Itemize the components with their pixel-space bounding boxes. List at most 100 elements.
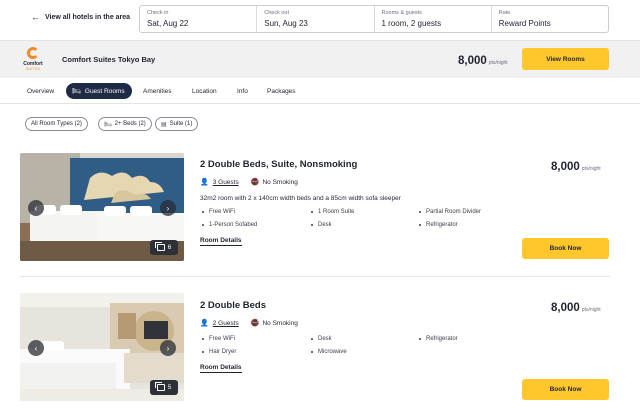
- amenity-label: Free WiFi: [209, 336, 235, 342]
- rate-label: Rate: [498, 10, 511, 16]
- check-in-value: Sat, Aug 22: [147, 19, 189, 28]
- photo-count-badge[interactable]: 5: [150, 380, 178, 395]
- amenity-item: Microwave: [311, 349, 347, 355]
- view-rooms-button[interactable]: View Rooms: [522, 48, 609, 70]
- photos-icon: [154, 382, 165, 391]
- hotel-price: 8,000 pts/night: [458, 55, 508, 67]
- guests-link[interactable]: 3 Guests: [213, 179, 239, 186]
- filter-suite-label: Suite (1): [169, 121, 193, 127]
- hotel-header: Comfort SUITES Comfort Suites Tokyo Bay …: [0, 40, 640, 78]
- chevron-right-icon: ›: [166, 203, 170, 213]
- photo-count: 6: [167, 244, 172, 251]
- search-summary: Check in Sat, Aug 22 Check out Sun, Aug …: [139, 5, 609, 33]
- tab-amenities[interactable]: Amenities: [143, 83, 172, 99]
- smoking-policy: No Smoking: [262, 178, 298, 186]
- rooms-guests-field[interactable]: Rooms & guests 1 room, 2 guests: [375, 6, 492, 32]
- hotel-name: Comfort Suites Tokyo Bay: [62, 55, 156, 64]
- amenity-label: Refrigerator: [426, 336, 458, 342]
- search-header: ← View all hotels in the area Check in S…: [0, 0, 640, 40]
- rooms-guests-value: 1 room, 2 guests: [381, 19, 442, 28]
- room-description: 32m2 room with 2 x 140cm width beds and …: [200, 195, 401, 202]
- tab-info[interactable]: Info: [237, 83, 248, 99]
- amenity-item: Partial Room Divider: [419, 209, 481, 215]
- filter-2-plus-beds[interactable]: 🛏 2+ Beds (2): [98, 117, 152, 131]
- amenity-item: 1-Person Sofabed: [202, 222, 257, 228]
- amenity-label: Hair Dryer: [209, 349, 237, 355]
- bullet-icon: [202, 211, 204, 213]
- room-meta: 👤 3 Guests 🚭 No Smoking: [200, 178, 298, 187]
- guests-link[interactable]: 2 Guests: [213, 320, 239, 327]
- tab-packages[interactable]: Packages: [267, 83, 296, 99]
- amenity-label: Microwave: [318, 349, 347, 355]
- book-now-button[interactable]: Book Now: [522, 379, 609, 400]
- rooms-guests-label: Rooms & guests: [381, 10, 422, 16]
- bullet-icon: [202, 351, 204, 353]
- check-in-field[interactable]: Check in Sat, Aug 22: [140, 6, 258, 32]
- arrow-left-icon: ←: [31, 12, 40, 22]
- filter-all-label: All Room Types (2): [31, 121, 82, 127]
- room-price-unit: pts/night: [581, 307, 601, 313]
- previous-photo-button[interactable]: ‹: [28, 340, 44, 356]
- bullet-icon: [311, 224, 313, 226]
- room-photo[interactable]: ‹ › 5: [20, 293, 184, 401]
- amenity-item: Free WiFi: [202, 336, 235, 342]
- person-icon: 👤: [200, 179, 209, 186]
- check-out-label: Check out: [264, 10, 290, 16]
- amenity-label: Desk: [318, 336, 332, 342]
- amenity-label: Partial Room Divider: [426, 209, 482, 215]
- amenity-label: Refrigerator: [426, 222, 458, 228]
- amenity-item: Free WiFi: [202, 209, 235, 215]
- rate-field[interactable]: Rate Reward Points: [492, 6, 608, 32]
- room-photo[interactable]: ‹ › 6: [20, 153, 184, 261]
- previous-photo-button[interactable]: ‹: [28, 200, 44, 216]
- room-title: 2 Double Beds: [200, 300, 266, 311]
- amenity-label: Desk: [318, 222, 332, 228]
- photos-icon: [154, 242, 165, 251]
- room-price: 8,000 pts/night: [551, 161, 601, 173]
- amenity-item: 1 Room Suite: [311, 209, 354, 215]
- amenity-item: Hair Dryer: [202, 349, 236, 355]
- hotel-logo: Comfort SUITES: [21, 47, 45, 73]
- no-smoking-icon: 🚭: [250, 320, 260, 327]
- back-link-label: View all hotels in the area: [45, 14, 131, 21]
- bullet-icon: [419, 224, 421, 226]
- bed-icon: 🛏: [104, 121, 112, 128]
- amenity-label: 1 Room Suite: [318, 209, 355, 215]
- room-price-value: 8,000: [551, 161, 580, 173]
- back-to-hotels-link[interactable]: ← View all hotels in the area: [31, 13, 130, 22]
- photo-count-badge[interactable]: 6: [150, 240, 178, 255]
- tab-guest-rooms[interactable]: 🛏 Guest Rooms: [66, 83, 132, 99]
- amenity-item: Refrigerator: [419, 336, 458, 342]
- filter-all-room-types[interactable]: All Room Types (2): [25, 117, 88, 131]
- room-details-link[interactable]: Room Details: [200, 364, 242, 373]
- room-details-link[interactable]: Room Details: [200, 237, 242, 246]
- filter-suite[interactable]: ▤ Suite (1): [155, 117, 199, 131]
- amenity-item: Refrigerator: [419, 222, 458, 228]
- room-title: 2 Double Beds, Suite, Nonsmoking: [200, 159, 358, 170]
- chevron-left-icon: ‹: [34, 343, 38, 353]
- next-photo-button[interactable]: ›: [160, 340, 176, 356]
- check-out-value: Sun, Aug 23: [264, 19, 308, 28]
- bullet-icon: [419, 211, 421, 213]
- photo-count: 5: [167, 384, 172, 391]
- bullet-icon: [202, 224, 204, 226]
- bed-icon: 🛏: [72, 88, 81, 95]
- room-price-unit: pts/night: [581, 166, 601, 172]
- bullet-icon: [311, 338, 313, 340]
- person-icon: 👤: [200, 320, 209, 327]
- rate-value: Reward Points: [498, 19, 551, 28]
- hotel-price-unit: pts/night: [488, 60, 508, 66]
- bullet-icon: [419, 338, 421, 340]
- bullet-icon: [202, 338, 204, 340]
- no-smoking-icon: 🚭: [250, 179, 260, 186]
- check-out-field[interactable]: Check out Sun, Aug 23: [257, 6, 375, 32]
- bullet-icon: [311, 211, 313, 213]
- chevron-right-icon: ›: [166, 343, 170, 353]
- room-meta: 👤 2 Guests 🚭 No Smoking: [200, 319, 298, 328]
- logo-subtext: SUITES: [25, 67, 41, 71]
- logo-mark-icon: [27, 47, 39, 59]
- book-now-button[interactable]: Book Now: [522, 238, 609, 259]
- next-photo-button[interactable]: ›: [160, 200, 176, 216]
- tab-location[interactable]: Location: [192, 83, 217, 99]
- tab-overview[interactable]: Overview: [27, 83, 54, 99]
